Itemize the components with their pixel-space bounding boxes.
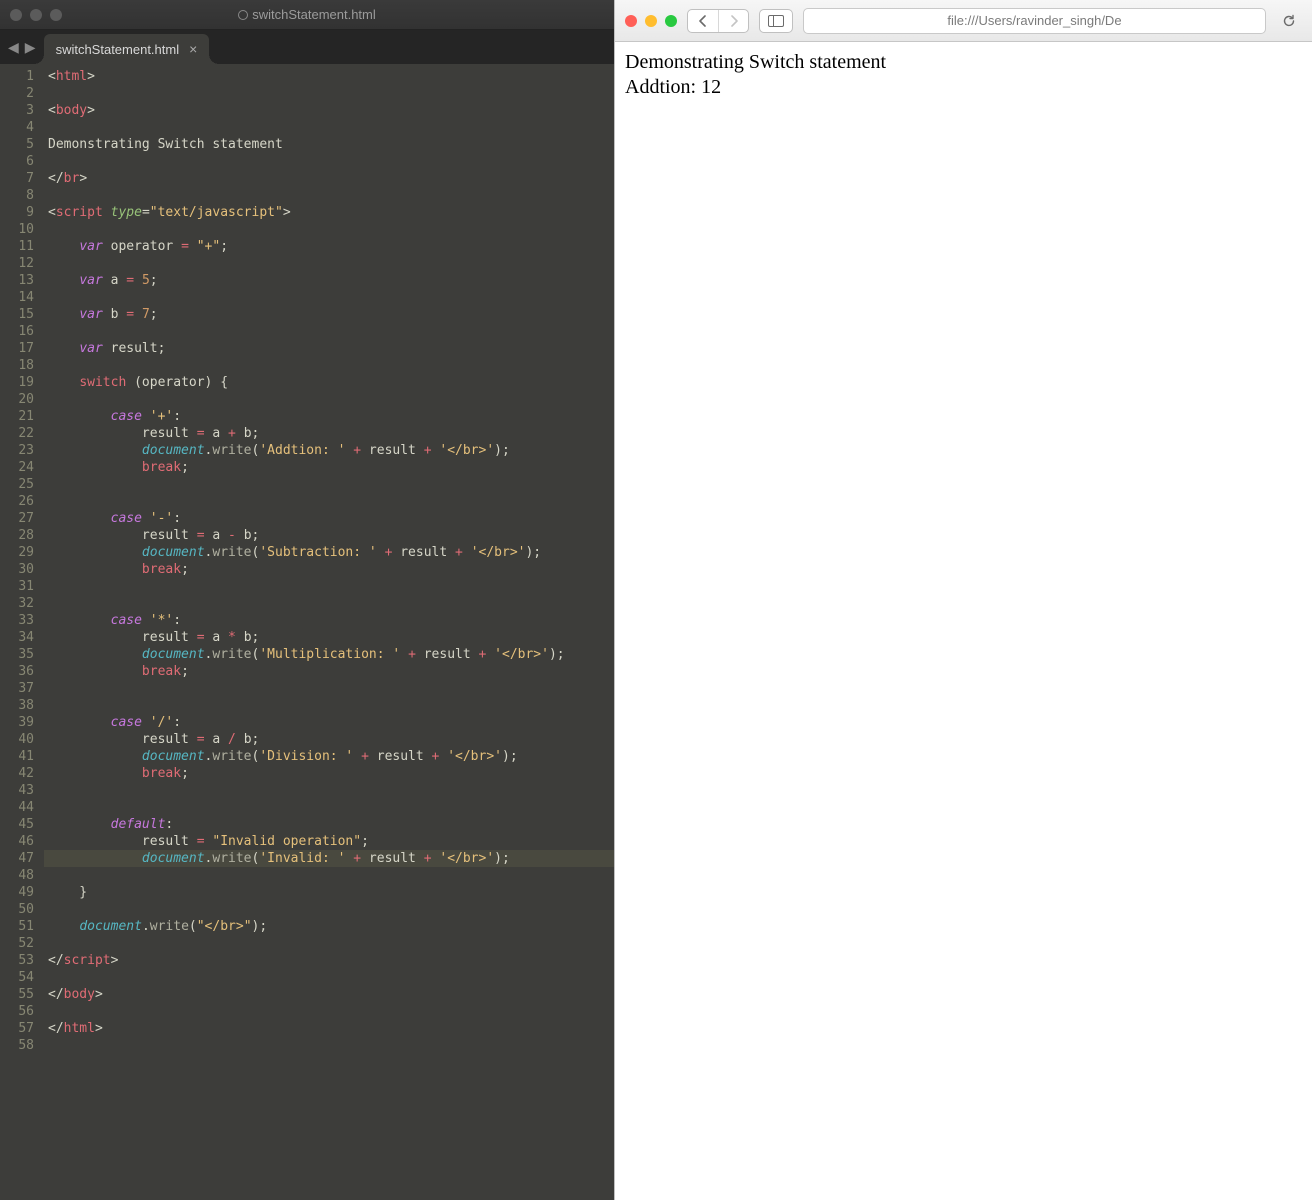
close-icon[interactable]	[10, 9, 22, 21]
back-button[interactable]	[688, 10, 718, 32]
zoom-icon[interactable]	[50, 9, 62, 21]
sidebar-icon	[768, 15, 784, 27]
editor-filename: switchStatement.html	[252, 7, 376, 22]
code-body[interactable]: <html><body>Demonstrating Switch stateme…	[44, 64, 614, 1200]
url-text: file:///Users/ravinder_singh/De	[947, 13, 1121, 28]
browser-traffic-lights[interactable]	[625, 15, 677, 27]
code-area[interactable]: 1234567891011121314151617181920212223242…	[0, 64, 614, 1200]
reload-icon	[1281, 13, 1297, 29]
nav-forward-icon[interactable]: ▶	[23, 39, 38, 56]
editor-titlebar[interactable]: switchStatement.html	[0, 0, 614, 30]
output-line-2: Addtion: 12	[625, 75, 1302, 100]
nav-back-icon[interactable]: ◀	[6, 39, 21, 56]
output-line-1: Demonstrating Switch statement	[625, 50, 1302, 75]
browser-window: file:///Users/ravinder_singh/De Demonstr…	[614, 0, 1312, 1200]
url-bar[interactable]: file:///Users/ravinder_singh/De	[803, 8, 1266, 34]
tab-bar: ◀ ▶ switchStatement.html ×	[0, 30, 614, 64]
line-gutter: 1234567891011121314151617181920212223242…	[0, 64, 44, 1200]
minimize-icon[interactable]	[645, 15, 657, 27]
tab-active[interactable]: switchStatement.html ×	[44, 34, 210, 64]
forward-button[interactable]	[718, 10, 748, 32]
chevron-left-icon	[698, 15, 708, 27]
browser-viewport: Demonstrating Switch statement Addtion: …	[615, 42, 1312, 1200]
editor-traffic-lights[interactable]	[10, 9, 62, 21]
reload-button[interactable]	[1276, 9, 1302, 33]
editor-title: switchStatement.html	[0, 7, 614, 22]
close-icon[interactable]	[625, 15, 637, 27]
chevron-right-icon	[729, 15, 739, 27]
code-editor: switchStatement.html ◀ ▶ switchStatement…	[0, 0, 614, 1200]
sidebar-toggle-button[interactable]	[759, 9, 793, 33]
tab-label: switchStatement.html	[56, 42, 180, 57]
browser-toolbar: file:///Users/ravinder_singh/De	[615, 0, 1312, 42]
nav-buttons	[687, 9, 749, 33]
file-icon	[238, 10, 248, 20]
minimize-icon[interactable]	[30, 9, 42, 21]
zoom-icon[interactable]	[665, 15, 677, 27]
tab-close-icon[interactable]: ×	[189, 41, 197, 57]
